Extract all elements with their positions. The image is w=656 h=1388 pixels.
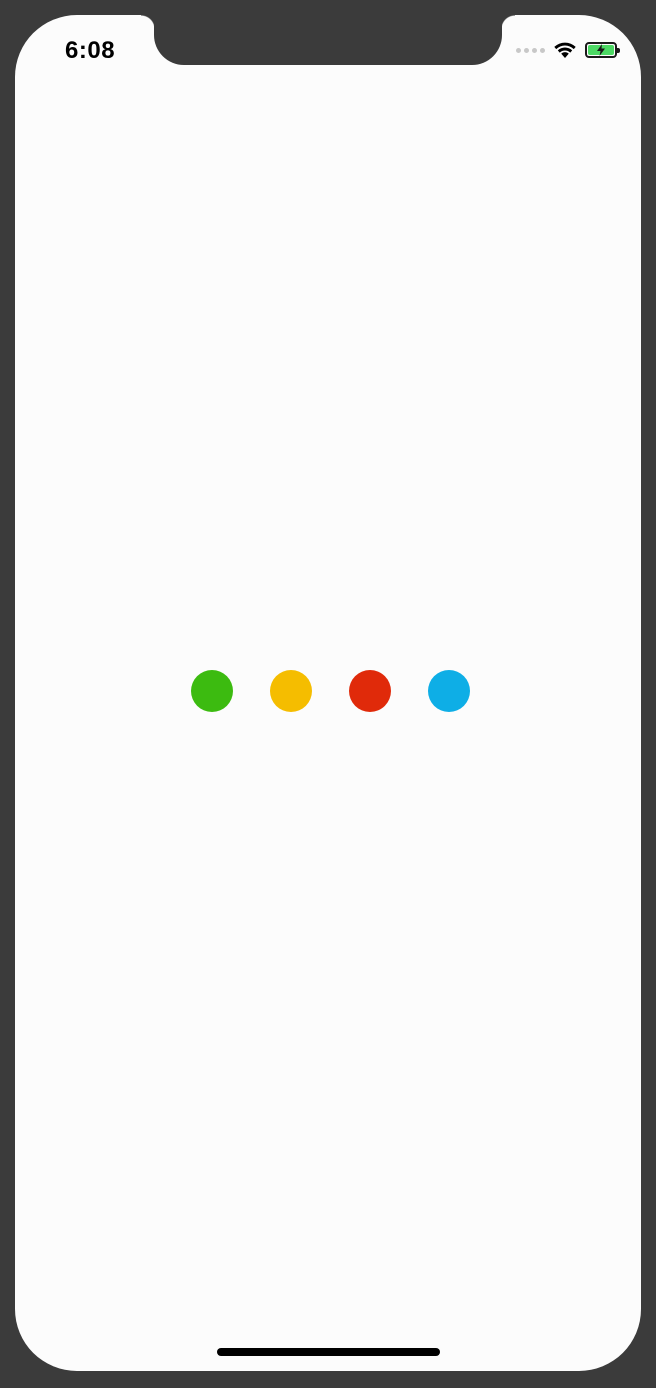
device-frame: 6:08 xyxy=(0,0,656,1388)
wifi-icon xyxy=(554,42,576,58)
battery-charging-icon xyxy=(585,42,620,58)
status-icons xyxy=(516,41,620,59)
loading-dot-yellow xyxy=(270,670,312,712)
app-screen: 6:08 xyxy=(15,15,641,1371)
loading-indicator xyxy=(191,670,470,712)
battery-cap xyxy=(617,48,620,53)
loading-dot-green xyxy=(191,670,233,712)
loading-dot-red xyxy=(349,670,391,712)
device-notch xyxy=(141,15,515,65)
status-time: 6:08 xyxy=(65,37,116,64)
charging-bolt-icon xyxy=(597,44,605,56)
loading-dot-blue xyxy=(428,670,470,712)
cellular-dots-icon xyxy=(516,47,545,53)
home-indicator[interactable] xyxy=(217,1348,440,1356)
